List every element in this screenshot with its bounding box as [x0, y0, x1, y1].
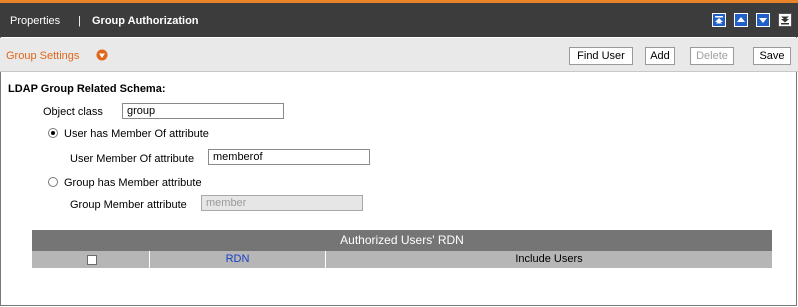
section-toolbar: Group Settings Find User Add Delete Save	[0, 38, 798, 72]
radio-member[interactable]	[48, 177, 58, 187]
column-rdn[interactable]: RDN	[150, 251, 326, 268]
member-of-attr-label: User Member Of attribute	[70, 153, 195, 165]
select-all-checkbox[interactable]	[87, 255, 97, 265]
breadcrumb-properties[interactable]: Properties	[10, 15, 60, 27]
option-member-of-label: User has Member Of attribute	[64, 128, 209, 140]
member-attr-label: Group Member attribute	[70, 199, 187, 211]
object-class-field[interactable]: group	[122, 103, 284, 119]
reorder-icons	[712, 13, 792, 27]
select-all-column	[32, 251, 150, 268]
member-of-attr-field[interactable]: memberof	[208, 149, 370, 165]
title-bar: Properties | Group Authorization	[0, 0, 798, 37]
section-title: Group Settings	[6, 50, 80, 62]
object-class-label: Object class	[43, 106, 103, 118]
schema-heading: LDAP Group Related Schema:	[8, 83, 166, 95]
grid-title: Authorized Users' RDN	[32, 230, 772, 251]
add-button[interactable]: Add	[645, 47, 675, 65]
find-user-button[interactable]: Find User	[569, 47, 633, 65]
move-bottom-icon[interactable]	[778, 13, 792, 27]
option-member-label: Group has Member attribute	[64, 177, 202, 189]
move-up-icon[interactable]	[734, 13, 748, 27]
breadcrumb-separator: |	[78, 15, 81, 27]
delete-button[interactable]: Delete	[690, 47, 734, 65]
grid-column-headers: RDN Include Users	[32, 251, 772, 268]
radio-member-of[interactable]	[48, 128, 58, 138]
save-button[interactable]: Save	[753, 47, 791, 65]
collapse-arrow-icon[interactable]	[96, 49, 108, 64]
breadcrumb-current: Group Authorization	[92, 15, 199, 27]
move-top-icon[interactable]	[712, 13, 726, 27]
move-down-icon[interactable]	[756, 13, 770, 27]
column-include-users[interactable]: Include Users	[326, 251, 772, 268]
member-attr-field[interactable]: member	[201, 195, 363, 211]
